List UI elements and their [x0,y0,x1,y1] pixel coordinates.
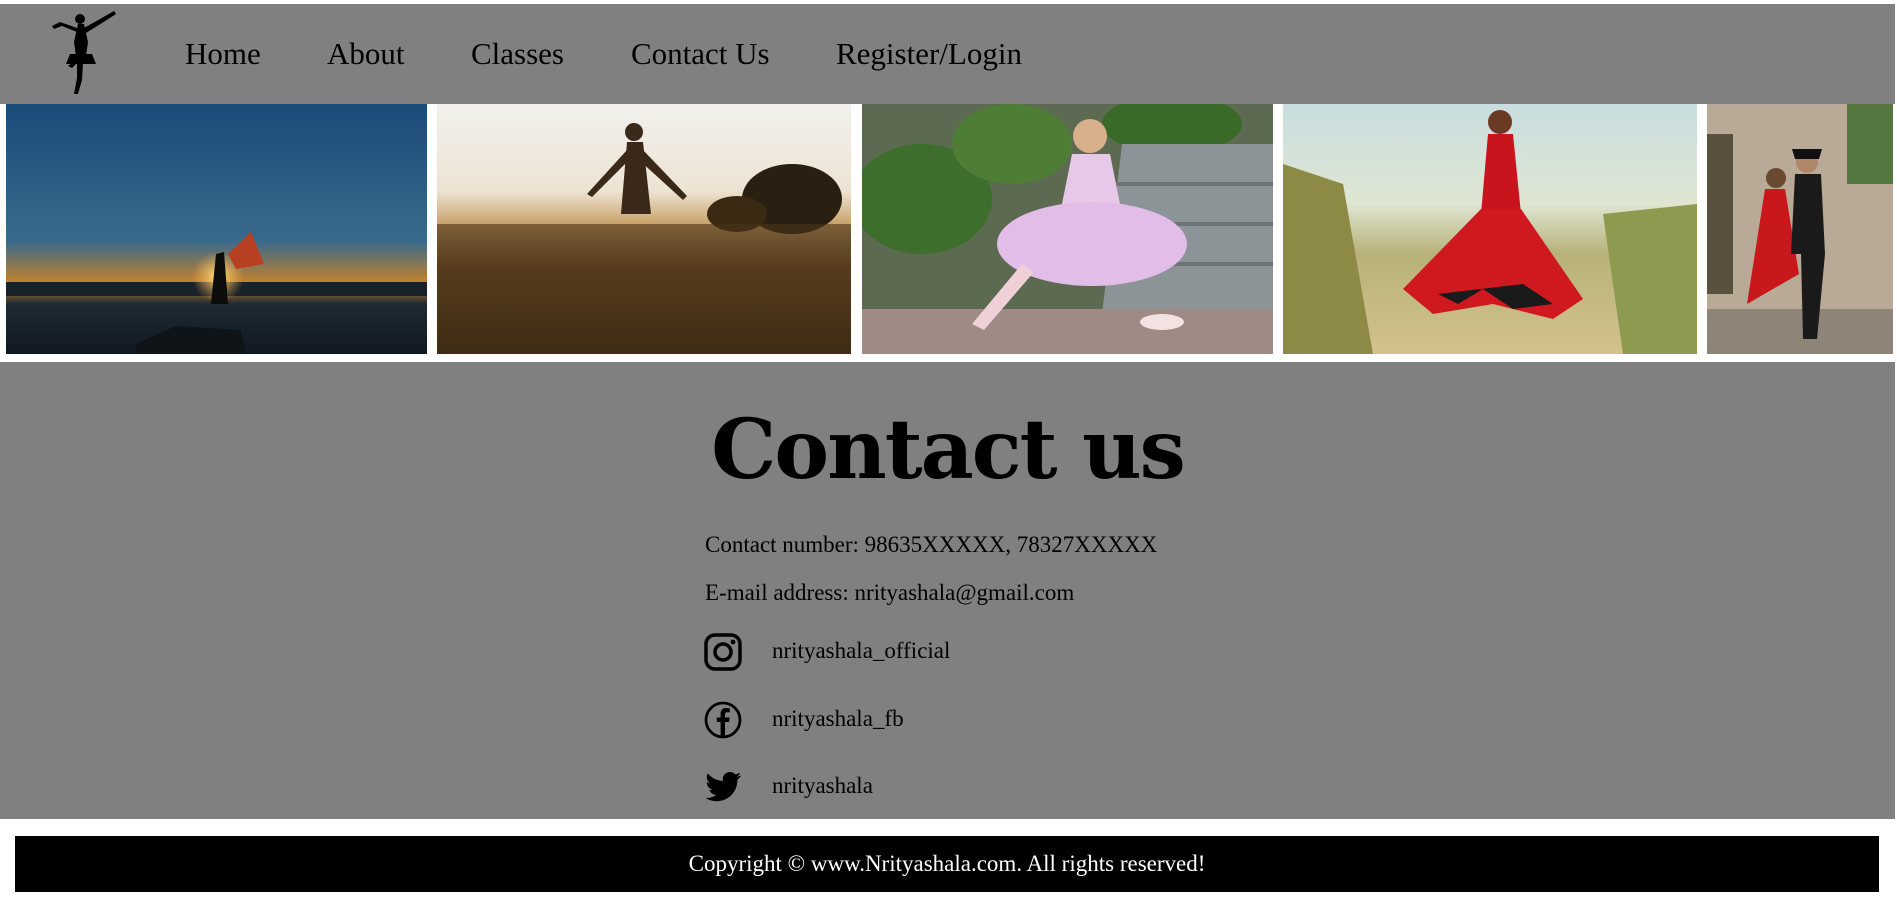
field-dancer-photo [437,104,851,354]
red-dress-dancer-photo [1283,104,1697,354]
contact-email: E-mail address: nrityashala@gmail.com [705,580,1075,605]
contact-section: Contact us Contact number: 98635XXXXX, 7… [0,362,1895,819]
contact-title: Contact us [711,402,1186,498]
nav-contact-link[interactable]: Contact Us [631,36,770,72]
ballerina-child-photo [862,104,1273,354]
instagram-icon[interactable] [703,632,743,672]
couple-dance-photo [1707,104,1893,354]
twitter-icon[interactable] [703,767,743,807]
nav-classes-link[interactable]: Classes [471,36,564,72]
instagram-handle-link[interactable]: nrityashala_official [772,638,950,664]
navbar: Home About Classes Contact Us Register/L… [0,4,1895,104]
twitter-handle-link[interactable]: nrityashala [772,773,873,799]
facebook-handle-link[interactable]: nrityashala_fb [772,706,904,732]
nav-about-link[interactable]: About [327,36,405,72]
facebook-icon[interactable] [703,700,743,740]
photo-gallery [0,104,1897,358]
contact-phone: Contact number: 98635XXXXX, 78327XXXXX [705,532,1158,557]
copyright-text: Copyright © www.Nrityashala.com. All rig… [688,851,1206,876]
nav-home-link[interactable]: Home [185,36,261,72]
nav-register-login-link[interactable]: Register/Login [836,36,1022,72]
sunset-dancer-photo [6,104,427,354]
footer: Copyright © www.Nrityashala.com. All rig… [15,836,1879,892]
ballerina-logo-icon[interactable] [30,8,122,98]
